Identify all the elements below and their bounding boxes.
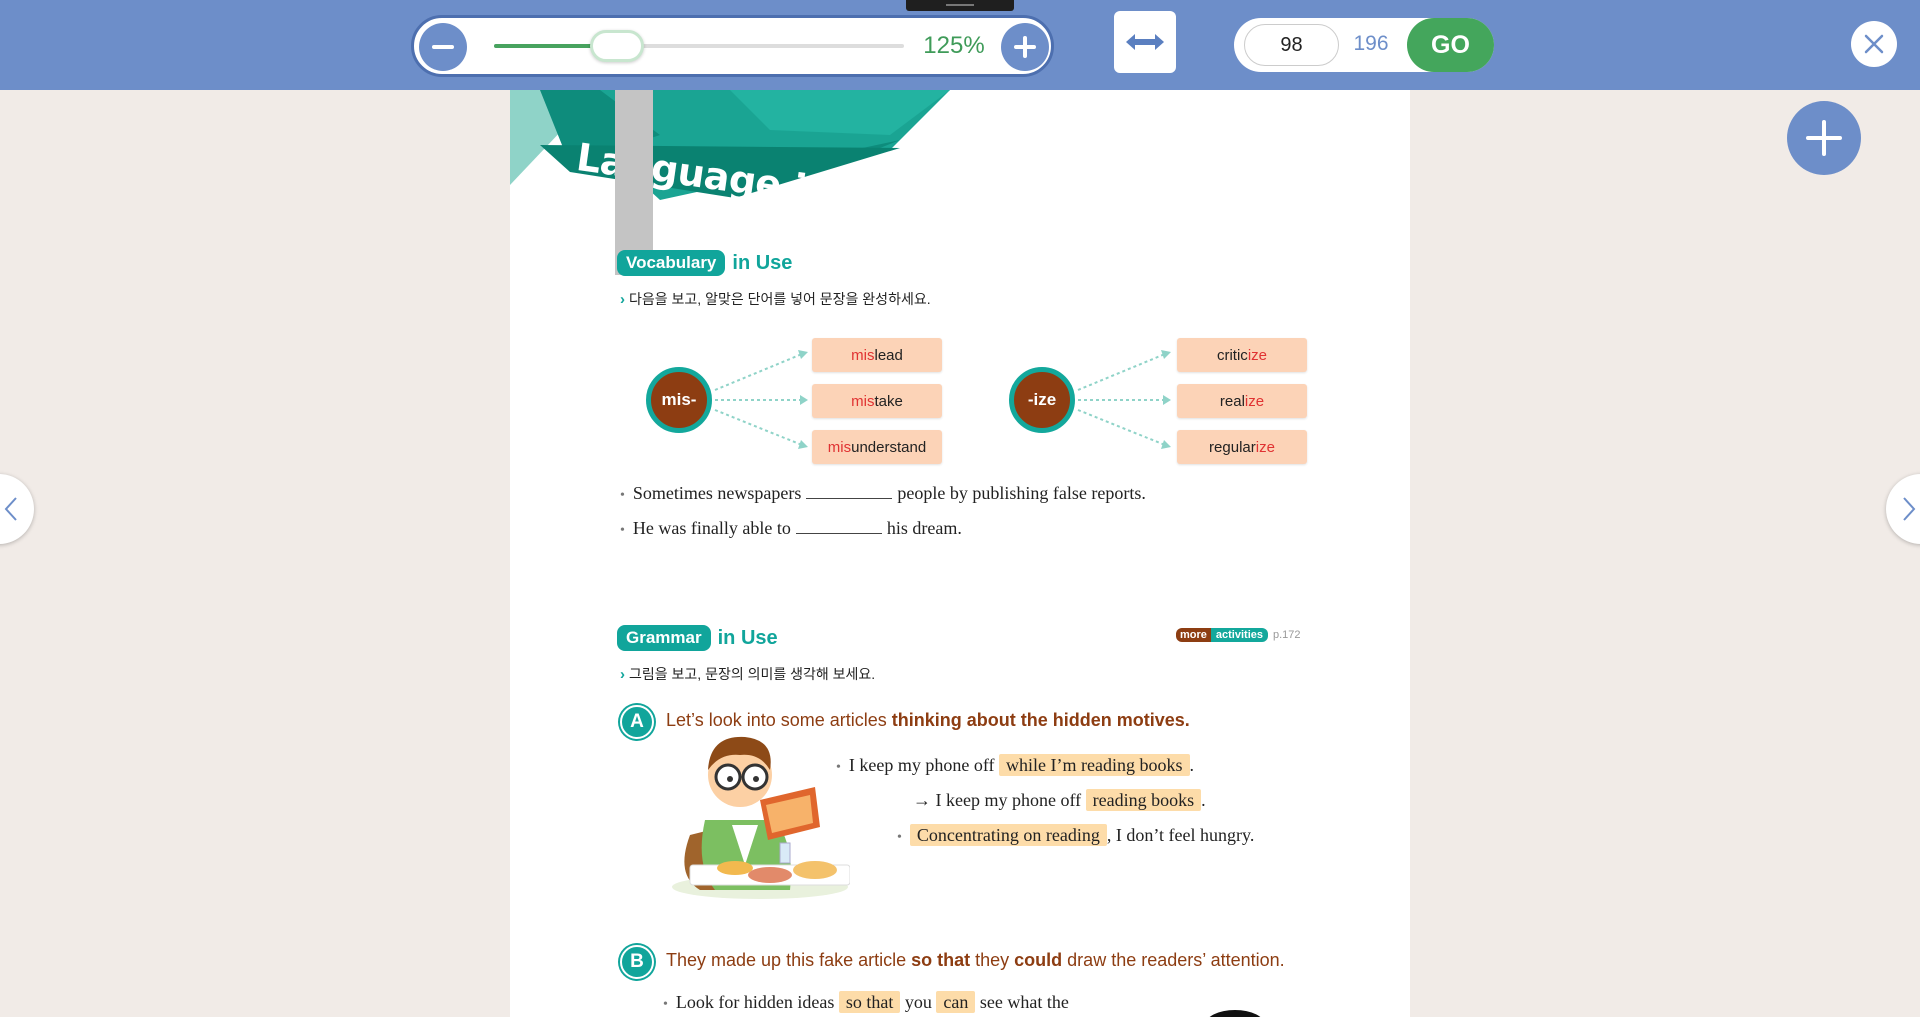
- item-a-badge: A: [620, 705, 654, 739]
- viewer-toolbar: 125% 196 GO: [0, 0, 1920, 90]
- suffix-word-box: regular ize: [1177, 430, 1307, 464]
- page-jump-control: 196 GO: [1234, 18, 1494, 72]
- item-b-badge: B: [620, 945, 654, 979]
- item-b-title: They made up this fake article so that t…: [666, 950, 1285, 971]
- activities-label: activities: [1210, 628, 1268, 642]
- bullet: •: [897, 830, 902, 845]
- zoom-level-label: 125%: [923, 32, 985, 59]
- item-a-line-3: • Concentrating on reading, I don’t feel …: [897, 824, 1255, 846]
- highlight-phrase: reading books: [1085, 789, 1202, 811]
- sentence-part: people by publishing false reports.: [897, 483, 1146, 503]
- close-icon: [1864, 34, 1884, 54]
- plus-icon: [1023, 36, 1027, 58]
- bullet: •: [836, 760, 841, 775]
- grammar-instruction-text: 그림을 보고, 문장의 의미를 생각해 보세요.: [629, 666, 876, 682]
- grammar-heading: Grammar in Use: [617, 625, 778, 651]
- more-label: more: [1176, 628, 1211, 642]
- word-suffix-part: ize: [1244, 392, 1265, 410]
- prefix-word-box: mis lead: [812, 338, 942, 372]
- bullet: •: [620, 488, 625, 503]
- more-page-ref: p.172: [1273, 629, 1301, 641]
- horizontal-arrows-icon: [1126, 34, 1164, 50]
- chevron-right-icon: [1903, 497, 1916, 521]
- word-prefix-part: mis: [851, 346, 875, 364]
- word-stem-part: lead: [874, 346, 903, 364]
- plus-icon: [1806, 120, 1842, 156]
- word-stem-part: take: [874, 392, 903, 410]
- grammar-heading-rest: in Use: [717, 626, 778, 649]
- title-bold-part: so that: [911, 950, 971, 970]
- add-note-button[interactable]: [1787, 101, 1861, 175]
- sentence-part: .: [1189, 755, 1195, 775]
- vocab-sentence-1: • Sometimes newspapers people by publishin…: [620, 483, 1146, 504]
- word-stem-part: real: [1219, 392, 1245, 410]
- sentence-part: → I keep my phone off: [913, 790, 1082, 810]
- sentence-part: see what the: [979, 992, 1069, 1012]
- more-activities-tag: more activities p.172: [1176, 628, 1301, 642]
- suffix-root-circle: -ize: [1009, 367, 1075, 433]
- fit-width-button[interactable]: [1114, 11, 1176, 73]
- title-bold-part: thinking about the hidden motives: [891, 710, 1185, 730]
- highlight-phrase: while I’m reading books: [999, 754, 1190, 776]
- highlight-phrase: so that: [838, 991, 901, 1013]
- book-page: Language in Use Vocabulary in Use › 다음을 …: [510, 90, 1410, 1017]
- title-part: they: [970, 950, 1015, 970]
- item-a-line-1: • I keep my phone off while I’m reading b…: [836, 754, 1195, 776]
- sentence-part: you: [904, 992, 932, 1012]
- zoom-slider-thumb[interactable]: [590, 30, 644, 62]
- highlight-phrase: Concentrating on reading: [909, 824, 1107, 846]
- chevron-right-icon: ›: [620, 665, 625, 683]
- suffix-word-box: real ize: [1177, 384, 1307, 418]
- sentence-part: , I don’t feel hungry.: [1106, 825, 1255, 845]
- zoom-out-button[interactable]: [419, 23, 467, 71]
- prefix-word-box: mis take: [812, 384, 942, 418]
- word-prefix-part: mis: [851, 392, 875, 410]
- sentence-part: .: [1201, 790, 1206, 810]
- page-total: 196: [1353, 32, 1389, 55]
- grammar-pill: Grammar: [617, 625, 711, 651]
- sentence-part: Look for hidden ideas: [675, 992, 835, 1012]
- page-number-input[interactable]: [1244, 24, 1339, 66]
- word-prefix-part: mis: [827, 438, 852, 456]
- bullet: •: [620, 523, 625, 538]
- bullet: •: [663, 997, 668, 1012]
- zoom-in-button[interactable]: [1001, 23, 1049, 71]
- illustration-fragment: [1205, 1010, 1265, 1017]
- title-bold-part: could: [1014, 950, 1063, 970]
- drag-handle[interactable]: [906, 0, 1014, 11]
- sentence-part: his dream.: [886, 518, 962, 538]
- go-button[interactable]: GO: [1407, 18, 1494, 72]
- answer-blank: [795, 520, 882, 534]
- boy-reading-illustration: [672, 736, 850, 899]
- title-part: They made up this fake article: [666, 950, 912, 970]
- next-page-button[interactable]: [1886, 474, 1920, 544]
- item-b-line-1: • Look for hidden ideas so that you can s…: [663, 991, 1069, 1013]
- previous-page-button[interactable]: [0, 474, 34, 544]
- minus-icon: [432, 45, 454, 49]
- prefix-word-box: mis understand: [812, 430, 942, 464]
- word-suffix-part: ize: [1255, 438, 1275, 456]
- sentence-part: He was finally able to: [632, 518, 791, 538]
- word-stem-part: critic: [1216, 346, 1248, 364]
- suffix-word-box: critic ize: [1177, 338, 1307, 372]
- answer-blank: [806, 485, 893, 499]
- chevron-left-icon: [4, 497, 17, 521]
- close-button[interactable]: [1851, 21, 1897, 67]
- grammar-instruction: › 그림을 보고, 문장의 의미를 생각해 보세요.: [620, 664, 875, 684]
- prefix-root-circle: mis-: [646, 367, 712, 433]
- zoom-control: 125%: [411, 15, 1054, 77]
- title-part: .: [1184, 710, 1190, 730]
- vocab-sentence-2: • He was finally able to his dream.: [620, 518, 962, 539]
- zoom-slider[interactable]: [494, 30, 904, 62]
- sentence-part: Sometimes newspapers: [632, 483, 802, 503]
- word-stem-part: understand: [851, 438, 927, 456]
- word-suffix-part: ize: [1247, 346, 1267, 364]
- word-stem-part: regular: [1209, 438, 1256, 456]
- item-a-line-2: → I keep my phone off reading books.: [913, 789, 1206, 811]
- highlight-phrase: can: [936, 991, 976, 1013]
- sentence-part: I keep my phone off: [848, 755, 995, 775]
- title-part: draw the readers’ attention.: [1062, 950, 1285, 970]
